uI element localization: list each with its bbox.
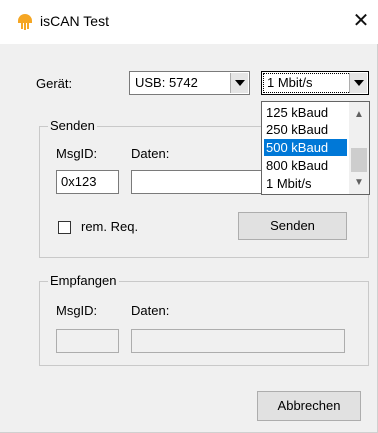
device-label: Gerät: (36, 76, 73, 91)
send-msgid-input[interactable]: 0x123 (56, 170, 119, 194)
scroll-down-icon[interactable]: ▼ (352, 176, 366, 190)
cancel-button[interactable]: Abbrechen (257, 391, 361, 421)
baud-option-250k[interactable]: 250 kBaud (264, 121, 347, 138)
device-select-value: USB: 5742 (135, 75, 198, 90)
close-icon[interactable]: ✕ (349, 8, 373, 34)
baud-option-125k[interactable]: 125 kBaud (264, 104, 347, 121)
empfangen-group-title: Empfangen (48, 273, 119, 288)
send-msgid-label: MsgID: (56, 146, 98, 161)
baud-option-800k[interactable]: 800 kBaud (264, 157, 347, 174)
send-msgid-value: 0x123 (61, 174, 97, 189)
rem-req-checkbox[interactable] (58, 221, 71, 234)
recv-daten-field (131, 329, 345, 353)
senden-group-title: Senden (48, 118, 97, 133)
baud-select[interactable]: 1 Mbit/s (261, 71, 369, 95)
baud-option-1m[interactable]: 1 Mbit/s (264, 175, 347, 192)
recv-msgid-field (56, 329, 119, 353)
scrollbar-thumb[interactable] (351, 148, 367, 172)
recv-msgid-label: MsgID: (56, 303, 98, 318)
device-select[interactable]: USB: 5742 (129, 71, 250, 95)
scroll-up-icon[interactable]: ▲ (352, 108, 366, 122)
chevron-down-icon[interactable] (349, 73, 367, 93)
recv-daten-label: Daten: (131, 303, 170, 318)
dropdown-scrollbar[interactable]: ▲ ▼ (349, 102, 369, 194)
title-bar[interactable]: isCAN Test ✕ (0, 0, 378, 44)
empfangen-group (39, 281, 369, 366)
window-title: isCAN Test (40, 13, 109, 29)
send-button[interactable]: Senden (238, 212, 347, 240)
baud-dropdown-list[interactable]: 125 kBaud 250 kBaud 500 kBaud 800 kBaud … (261, 101, 370, 195)
send-daten-label: Daten: (131, 146, 170, 161)
baud-select-value: 1 Mbit/s (267, 75, 313, 90)
baud-option-500k[interactable]: 500 kBaud (264, 139, 347, 156)
dialog-window: isCAN Test ✕ Gerät: USB: 5742 1 Mbit/s S… (0, 0, 378, 433)
iscan-app-icon (18, 14, 32, 30)
rem-req-label: rem. Req. (81, 219, 139, 234)
chevron-down-icon[interactable] (230, 73, 248, 93)
